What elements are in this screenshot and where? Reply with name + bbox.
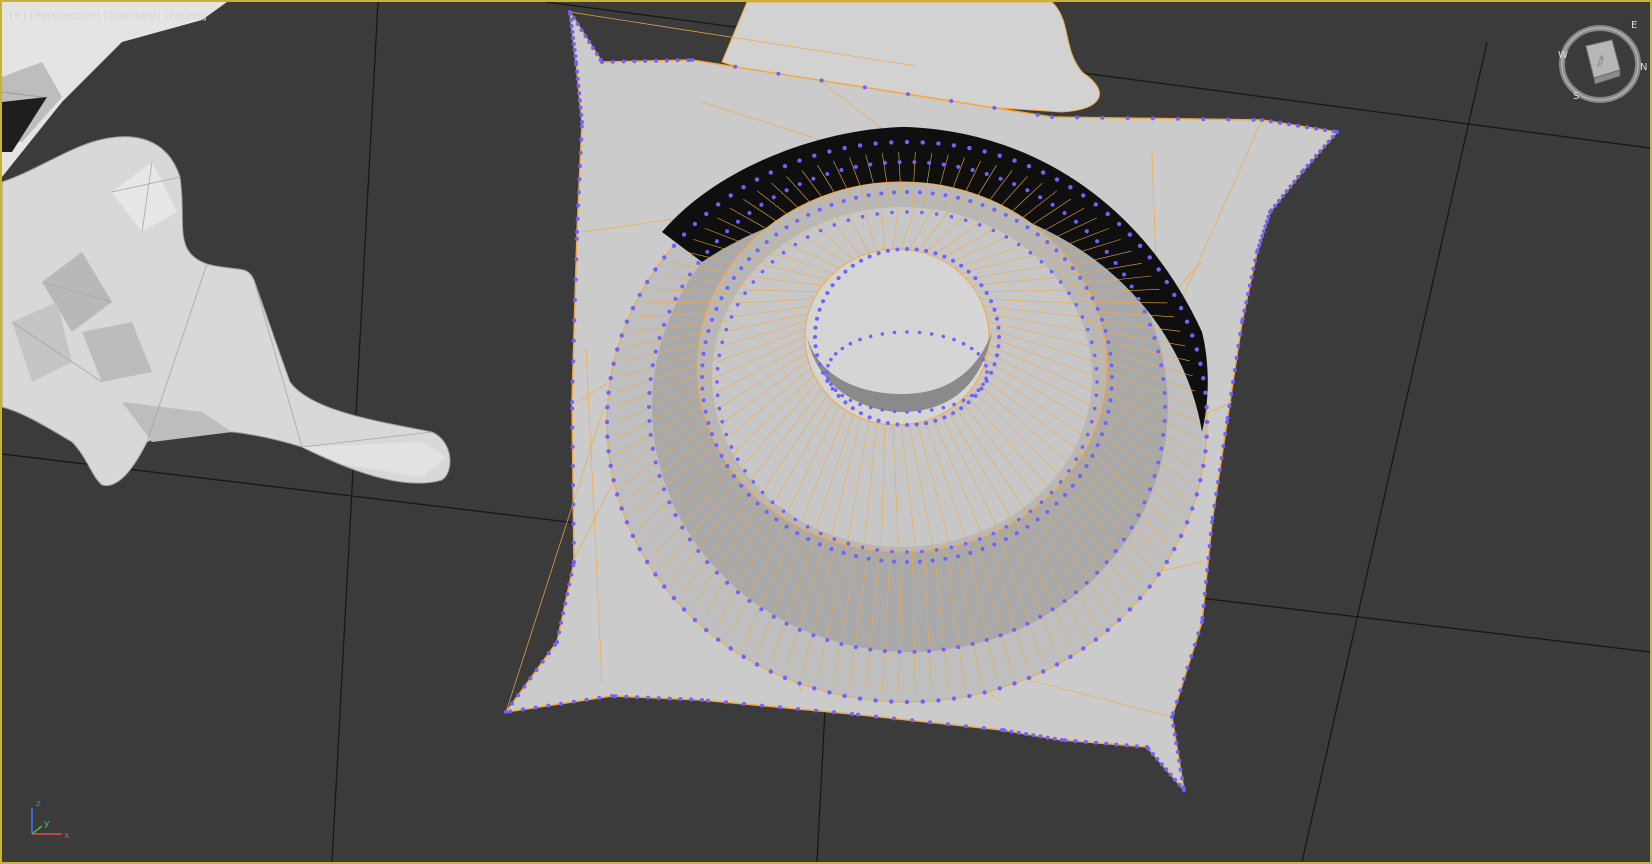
viewport-label-menu: [+] [Perspective] [Standard] [Facets] [8, 9, 207, 22]
axis-tripod: x z y [31, 799, 70, 841]
viewport-point-of-view-menu[interactable]: [Perspective] [29, 9, 101, 22]
viewport-canvas[interactable] [2, 2, 1650, 862]
viewcube[interactable]: TOP E N W S [1550, 18, 1650, 110]
viewport-plus-menu[interactable]: [+] [8, 9, 27, 22]
compass-label-n[interactable]: N [1640, 62, 1647, 73]
axis-y-label: y [44, 819, 50, 829]
axis-z-label: z [36, 799, 41, 809]
viewport-display-mode-menu[interactable]: [Facets] [164, 9, 208, 22]
background-mesh-left [2, 136, 451, 487]
viewport-shading-style-menu[interactable]: [Standard] [103, 9, 162, 22]
axis-x-label: x [64, 831, 70, 841]
compass-label-w[interactable]: W [1558, 50, 1568, 61]
compass-label-s[interactable]: S [1573, 91, 1579, 102]
selected-vent-mesh[interactable] [504, 10, 1339, 793]
compass-label-e[interactable]: E [1631, 20, 1637, 31]
axis-y-line [31, 825, 43, 835]
perspective-viewport[interactable]: [+] [Perspective] [Standard] [Facets] TO… [0, 0, 1652, 864]
